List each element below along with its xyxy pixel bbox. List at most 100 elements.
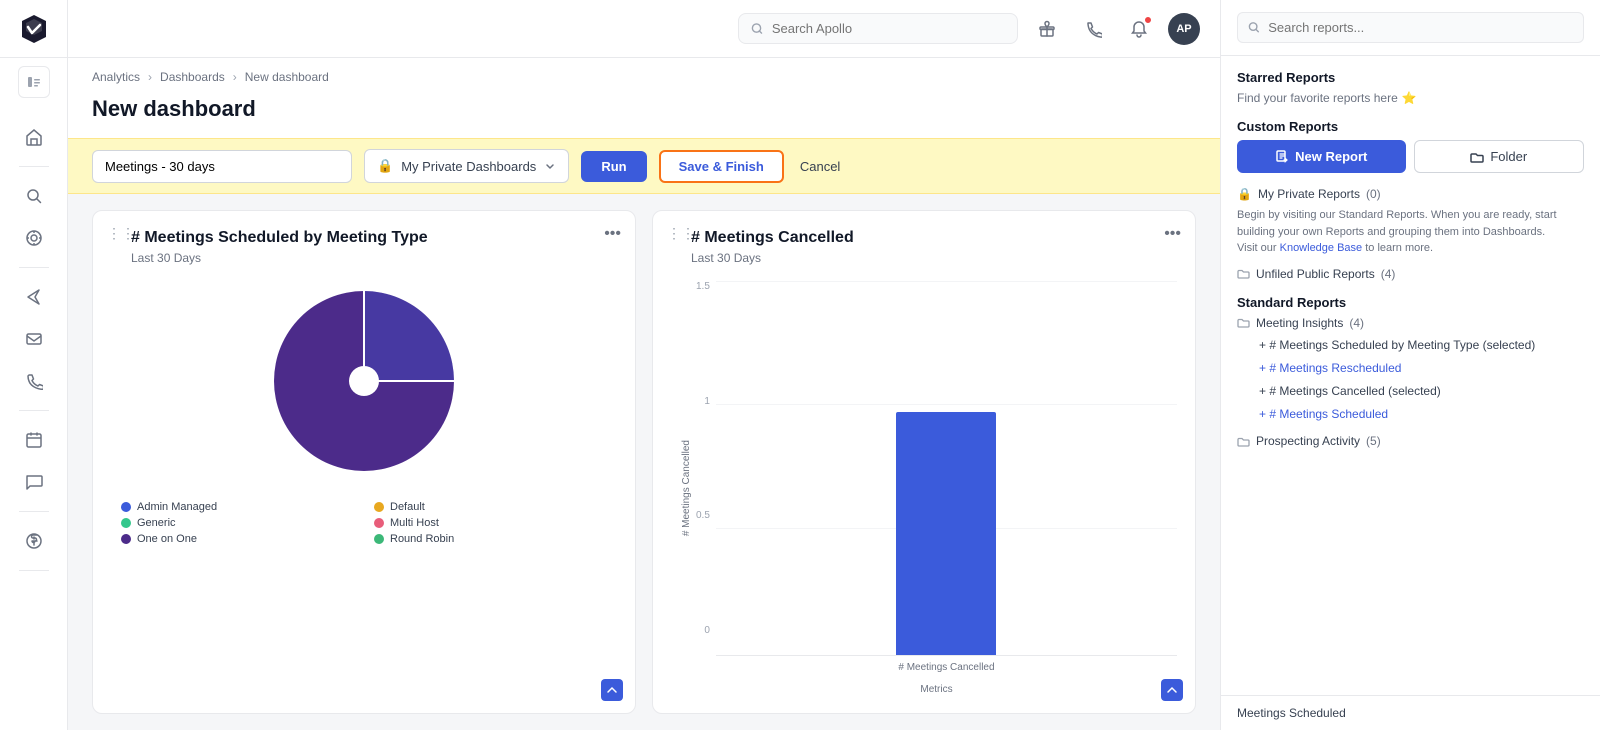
legend-label-1: Default xyxy=(390,501,425,513)
top-header: AP xyxy=(68,0,1220,58)
legend-label-0: Admin Managed xyxy=(137,501,217,513)
sidebar-item-prospecting[interactable] xyxy=(13,219,55,257)
sidebar-item-meetings[interactable] xyxy=(13,421,55,459)
sidebar xyxy=(0,0,68,730)
card-menu-1[interactable]: ••• xyxy=(604,225,621,243)
legend-item-4: One on One xyxy=(121,533,354,545)
chart-1-title: # Meetings Scheduled by Meeting Type xyxy=(111,229,617,247)
breadcrumb: Analytics › Dashboards › New dashboard xyxy=(68,58,1220,92)
phone-icon xyxy=(1084,20,1102,38)
legend-dot-1 xyxy=(374,502,384,512)
folder-icon xyxy=(1470,150,1484,164)
breadcrumb-sep-2: › xyxy=(233,70,237,84)
lock-icon-private: 🔒 xyxy=(1237,187,1252,201)
legend-item-0: Admin Managed xyxy=(121,501,354,513)
page-title-bar: New dashboard xyxy=(68,92,1220,138)
reports-search-bar[interactable] xyxy=(1237,12,1584,43)
legend-dot-2 xyxy=(121,518,131,528)
meetings-scheduled-bar: Meetings Scheduled xyxy=(1221,695,1600,730)
lock-icon: 🔒 xyxy=(377,158,393,174)
cancel-button[interactable]: Cancel xyxy=(796,151,844,182)
y-label-1: 1 xyxy=(704,396,710,407)
edit-bar: 🔒 My Private Dashboards Run Save & Finis… xyxy=(68,138,1220,194)
sidebar-item-search[interactable] xyxy=(13,177,55,215)
sidebar-item-phone[interactable] xyxy=(13,362,55,400)
pie-chart-container xyxy=(111,281,617,481)
phone-icon-btn[interactable] xyxy=(1076,12,1110,46)
pie-chart xyxy=(264,281,464,481)
prospecting-folder-icon xyxy=(1237,435,1250,448)
sidebar-divider-4 xyxy=(19,511,49,512)
sidebar-divider-3 xyxy=(19,410,49,411)
unfiled-reports-count: (4) xyxy=(1381,267,1396,281)
global-search-bar[interactable] xyxy=(738,13,1018,44)
unfiled-reports-row: Unfiled Public Reports (4) xyxy=(1237,267,1584,281)
report-item-scheduled[interactable]: + # Meetings Scheduled xyxy=(1237,403,1584,426)
report-item-scheduled-type[interactable]: + # Meetings Scheduled by Meeting Type (… xyxy=(1237,334,1584,357)
meeting-insights-label: Meeting Insights xyxy=(1256,316,1343,330)
y-label-1.5: 1.5 xyxy=(696,281,710,292)
report-item-cancelled[interactable]: + # Meetings Cancelled (selected) xyxy=(1237,380,1584,403)
bar-meetings-cancelled xyxy=(896,412,996,655)
sidebar-collapse-button[interactable] xyxy=(18,66,50,98)
custom-reports-title: Custom Reports xyxy=(1237,119,1584,134)
legend-label-3: Multi Host xyxy=(390,517,439,529)
legend-dot-0 xyxy=(121,502,131,512)
bar-chart-area: # Meetings Cancelled 1.5 1 0.5 0 xyxy=(671,281,1177,695)
legend-item-1: Default xyxy=(374,501,607,513)
meeting-insights-folder-icon xyxy=(1237,316,1250,329)
sidebar-nav xyxy=(13,106,55,730)
unfiled-reports-label: Unfiled Public Reports xyxy=(1256,267,1375,281)
search-input[interactable] xyxy=(772,21,1005,36)
folder-row-meeting-insights[interactable]: Meeting Insights (4) xyxy=(1237,316,1584,330)
chart-1-subtitle: Last 30 Days xyxy=(111,251,617,265)
folder-dropdown[interactable]: 🔒 My Private Dashboards xyxy=(364,149,569,183)
breadcrumb-analytics[interactable]: Analytics xyxy=(92,70,140,84)
expand-btn-2[interactable] xyxy=(1161,679,1183,701)
unfiled-folder-icon xyxy=(1237,267,1250,280)
drag-handle-1[interactable]: ⋮⋮ xyxy=(107,225,135,242)
sidebar-item-conversations[interactable] xyxy=(13,463,55,501)
legend-label-2: Generic xyxy=(137,517,176,529)
folder-row-prospecting[interactable]: Prospecting Activity (5) xyxy=(1237,434,1584,448)
knowledge-base-link[interactable]: Knowledge Base xyxy=(1280,242,1363,254)
user-avatar[interactable]: AP xyxy=(1168,13,1200,45)
reports-search-input[interactable] xyxy=(1268,20,1573,35)
main-area: AP Analytics › Dashboards › New dashboar… xyxy=(68,0,1220,730)
legend-dot-4 xyxy=(121,534,131,544)
dashboard-name-input[interactable] xyxy=(92,150,352,183)
save-finish-button[interactable]: Save & Finish xyxy=(659,150,784,183)
y-label-0: 0 xyxy=(704,625,710,636)
sidebar-item-deals[interactable] xyxy=(13,522,55,560)
run-button[interactable]: Run xyxy=(581,151,646,182)
new-report-icon xyxy=(1275,150,1289,164)
legend-item-3: Multi Host xyxy=(374,517,607,529)
right-panel-body: Starred Reports Find your favorite repor… xyxy=(1221,56,1600,695)
starred-reports-title: Starred Reports xyxy=(1237,70,1584,85)
folder-button[interactable]: Folder xyxy=(1414,140,1585,173)
legend-item-2: Generic xyxy=(121,517,354,529)
y-label-0.5: 0.5 xyxy=(696,510,710,521)
breadcrumb-dashboards[interactable]: Dashboards xyxy=(160,70,225,84)
right-panel-search xyxy=(1221,0,1600,56)
card-menu-2[interactable]: ••• xyxy=(1164,225,1181,243)
new-report-button[interactable]: New Report xyxy=(1237,140,1406,173)
sidebar-item-sequences[interactable] xyxy=(13,278,55,316)
chart-card-2: ⋮⋮ ••• # Meetings Cancelled Last 30 Days… xyxy=(652,210,1196,714)
search-icon xyxy=(751,22,764,36)
sidebar-item-email[interactable] xyxy=(13,320,55,358)
private-reports-row: 🔒 My Private Reports (0) xyxy=(1237,187,1584,201)
sidebar-item-home[interactable] xyxy=(13,118,55,156)
gift-icon-btn[interactable] xyxy=(1030,12,1064,46)
grid-line-top xyxy=(716,281,1177,282)
starred-reports-subtitle: Find your favorite reports here ⭐ xyxy=(1237,91,1584,105)
expand-btn-1[interactable] xyxy=(601,679,623,701)
right-panel: Starred Reports Find your favorite repor… xyxy=(1220,0,1600,730)
drag-handle-2[interactable]: ⋮⋮ xyxy=(667,225,695,242)
app-logo[interactable] xyxy=(0,0,68,58)
report-item-rescheduled[interactable]: + # Meetings Rescheduled xyxy=(1237,357,1584,380)
notifications-btn[interactable] xyxy=(1122,12,1156,46)
private-reports-count: (0) xyxy=(1366,187,1381,201)
bar-plot-area: # Meetings Cancelled xyxy=(716,281,1177,656)
panel-search-icon xyxy=(1248,21,1260,34)
